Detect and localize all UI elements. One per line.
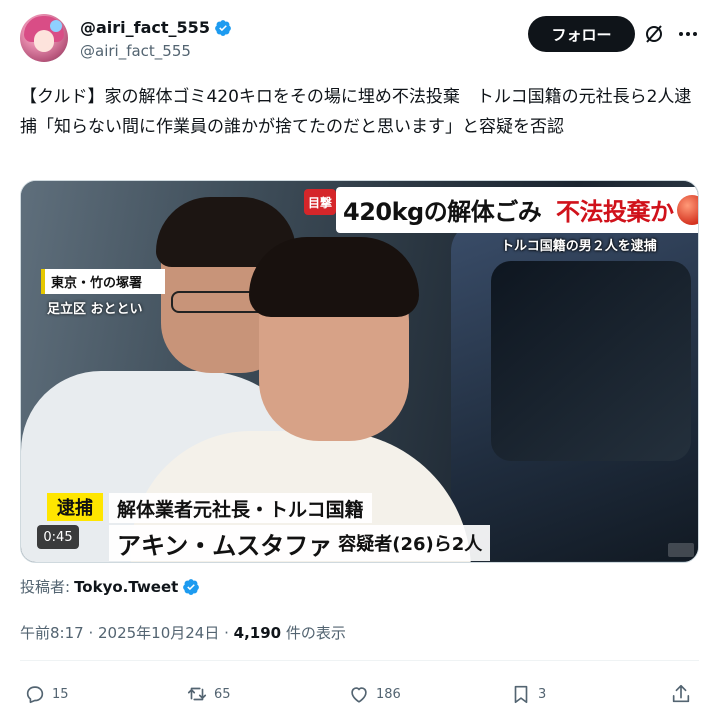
channel-watermark-icon	[668, 543, 694, 557]
posted-by-label: 投稿者:	[20, 578, 71, 596]
view-count: 4,190	[233, 624, 282, 642]
avatar-flower	[50, 20, 62, 32]
view-count-label: 件の表示	[285, 624, 346, 642]
location-date: 足立区 おととい	[47, 302, 143, 317]
like-count: 186	[376, 686, 401, 702]
repost-icon	[187, 687, 207, 701]
repost-button[interactable]: 65	[186, 682, 231, 706]
caption-suspect-name: アキン・ムスタファ	[117, 531, 333, 560]
caption-suspect-detail: 容疑者(26)ら2人	[338, 534, 483, 555]
location-station: 東京・竹の塚署	[41, 269, 165, 294]
verified-badge-icon	[215, 19, 231, 36]
grok-icon[interactable]	[642, 22, 666, 46]
video-duration: 0:45	[37, 525, 79, 549]
tweet-date[interactable]: 2025年10月24日	[98, 624, 219, 642]
like-button[interactable]: 186	[348, 682, 401, 706]
mokugeki-badge: 目撃	[304, 189, 336, 215]
video-vehicle-window	[491, 261, 691, 461]
share-button[interactable]	[670, 682, 692, 706]
arrest-label: 逮捕	[47, 493, 103, 521]
caption-occupation: 解体業者元社長・トルコ国籍	[109, 493, 372, 523]
follow-button[interactable]: フォロー	[528, 16, 635, 52]
tweet-time[interactable]: 午前8:17	[20, 624, 84, 642]
author-avatar[interactable]	[20, 14, 68, 62]
share-icon	[672, 684, 690, 703]
tweet-text: 【クルド】家の解体ゴミ420キロをその場に埋め不法投棄 トルコ国籍の元社長ら2人…	[20, 87, 692, 137]
avatar-face	[34, 30, 54, 52]
reply-icon	[26, 686, 44, 704]
headline-main: 420kgの解体ごみ	[343, 198, 542, 226]
caption-name: アキン・ムスタファ 容疑者(26)ら2人	[109, 525, 491, 561]
posted-by: 投稿者: Tokyo.Tweet	[20, 576, 200, 597]
bookmark-icon	[514, 685, 528, 704]
actions-divider	[20, 660, 699, 661]
video-suspect-hair	[249, 237, 419, 317]
heart-icon	[351, 687, 367, 703]
author-handle[interactable]: @airi_fact_555	[80, 42, 191, 60]
bookmark-count: 3	[538, 686, 547, 702]
tweet-header: @airi_fact_555 @airi_fact_555 フォロー	[20, 12, 700, 62]
verified-badge-icon	[183, 578, 200, 595]
author-display-name-text[interactable]: @airi_fact_555	[80, 18, 210, 37]
news-logo-icon	[677, 195, 698, 225]
tweet-meta: 午前8:17 · 2025年10月24日 · 4,190 件の表示	[20, 624, 346, 642]
video-player[interactable]: 目撃 420kgの解体ごみ 不法投棄か トルコ国籍の男２人を逮捕 東京・竹の塚署…	[20, 180, 699, 563]
headline-red: 不法投棄か	[556, 198, 674, 226]
repost-count: 65	[214, 686, 231, 702]
headline-sub: トルコ国籍の男２人を逮捕	[501, 239, 657, 254]
author-display-name[interactable]: @airi_fact_555	[80, 18, 232, 37]
reply-button[interactable]: 15	[24, 682, 69, 706]
bookmark-button[interactable]: 3	[510, 682, 546, 706]
posted-by-name[interactable]: Tokyo.Tweet	[74, 578, 178, 596]
location-caption: 東京・竹の塚署 足立区 おととい	[41, 269, 165, 321]
more-options-icon[interactable]	[676, 22, 700, 46]
reply-count: 15	[52, 686, 69, 702]
